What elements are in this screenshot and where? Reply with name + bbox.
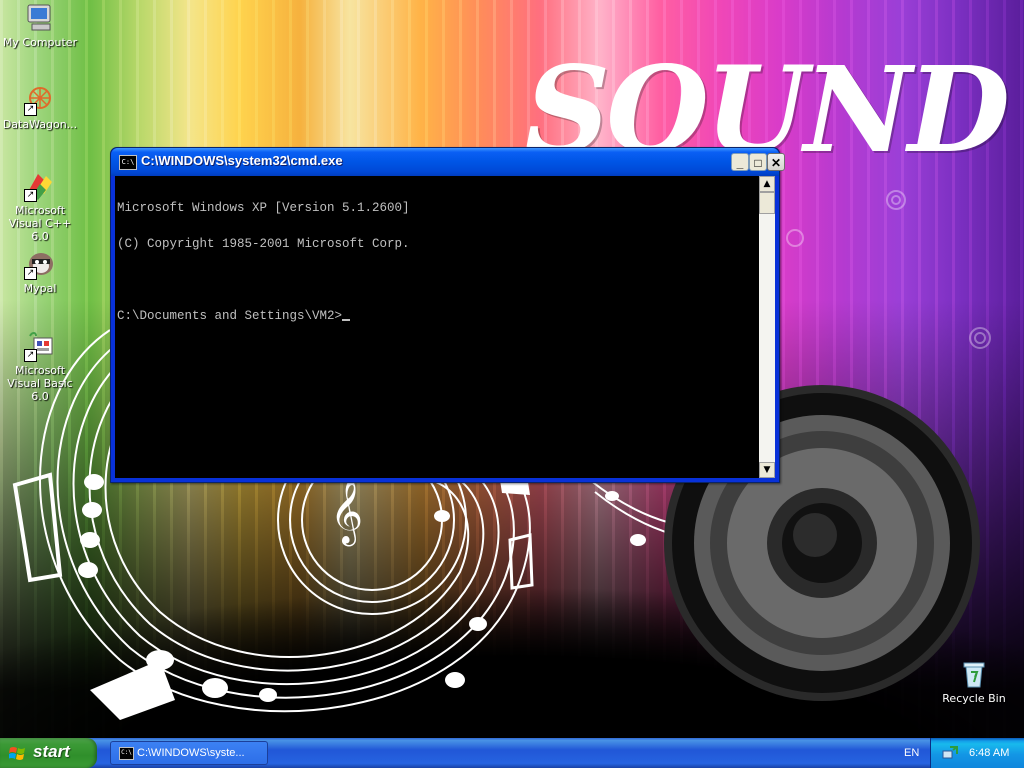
scrollbar-thumb[interactable] xyxy=(759,192,775,214)
my-computer-icon xyxy=(24,2,56,34)
language-indicator[interactable]: EN xyxy=(904,747,919,759)
recycle-bin-icon xyxy=(958,658,990,690)
start-button[interactable]: start xyxy=(0,738,97,768)
console-output-area[interactable]: Microsoft Windows XP [Version 5.1.2600] … xyxy=(115,176,759,478)
shortcut-arrow-icon: ↗ xyxy=(24,267,37,280)
taskbar: start C:\ C:\WINDOWS\syste... EN 6:48 AM xyxy=(0,738,1024,768)
shortcut-arrow-icon: ↗ xyxy=(24,103,37,116)
desktop-icon-recycle-bin[interactable]: Recycle Bin xyxy=(934,658,1014,705)
desktop-icon-visual-basic[interactable]: ↗ Microsoft Visual Basic 6.0 xyxy=(0,330,80,403)
taskbar-item-cmd[interactable]: C:\ C:\WINDOWS\syste... xyxy=(110,741,268,765)
console-line-version: Microsoft Windows XP [Version 5.1.2600] xyxy=(117,201,410,215)
visual-cpp-icon: ↗ xyxy=(24,170,56,202)
console-line-copyright: (C) Copyright 1985-2001 Microsoft Corp. xyxy=(117,237,410,251)
console-prompt: C:\Documents and Settings\VM2> xyxy=(117,309,343,323)
console-icon: C:\ xyxy=(119,747,134,760)
mypal-icon: ↗ xyxy=(24,248,56,280)
console-icon[interactable]: C:\ xyxy=(119,155,137,170)
desktop-icon-label: My Computer xyxy=(2,36,78,49)
desktop-icon-label: Recycle Bin xyxy=(942,692,1006,705)
cmd-window-title: C:\WINDOWS\system32\cmd.exe xyxy=(141,153,343,168)
desktop-icon-datawagon[interactable]: ↗ DataWagon... xyxy=(0,84,80,131)
system-tray: 6:48 AM xyxy=(930,738,1024,768)
datawagon-icon: ↗ xyxy=(24,84,56,116)
console-text: Microsoft Windows XP [Version 5.1.2600] … xyxy=(117,178,410,346)
scroll-up-button[interactable]: ▲ xyxy=(759,176,775,192)
minimize-button[interactable]: _ xyxy=(731,153,749,171)
vertical-scrollbar[interactable]: ▲ ▼ xyxy=(759,176,775,478)
desktop-icon-visual-cpp[interactable]: ↗ Microsoft Visual C++ 6.0 xyxy=(0,170,80,243)
close-button[interactable]: ✕ xyxy=(767,153,785,171)
cmd-title-bar[interactable]: C:\ C:\WINDOWS\system32\cmd.exe _ □ ✕ xyxy=(111,148,785,176)
clock[interactable]: 6:48 AM xyxy=(969,747,1009,759)
visual-basic-icon: ↗ xyxy=(24,330,56,362)
taskbar-item-label: C:\WINDOWS\syste... xyxy=(137,747,245,759)
shortcut-arrow-icon: ↗ xyxy=(24,349,37,362)
desktop-icon-mypal[interactable]: ↗ Mypal xyxy=(0,248,80,295)
shortcut-arrow-icon: ↗ xyxy=(24,189,37,202)
text-cursor xyxy=(342,319,351,321)
maximize-button[interactable]: □ xyxy=(749,153,767,171)
desktop-icon-label: Microsoft Visual Basic 6.0 xyxy=(7,364,73,403)
windows-logo-icon xyxy=(9,747,25,760)
desktop-icon-label: Microsoft Visual C++ 6.0 xyxy=(8,204,72,243)
network-tray-icon[interactable] xyxy=(942,745,958,761)
svg-text:𝄞: 𝄞 xyxy=(330,479,363,546)
desktop-icon-my-computer[interactable]: My Computer xyxy=(0,2,80,49)
console-prompt-line[interactable]: C:\Documents and Settings\VM2> xyxy=(117,310,410,322)
start-label: start xyxy=(33,742,70,761)
cmd-window[interactable]: C:\ C:\WINDOWS\system32\cmd.exe _ □ ✕ Mi… xyxy=(110,147,785,483)
desktop-icon-label: DataWagon... xyxy=(2,118,78,131)
scroll-down-button[interactable]: ▼ xyxy=(759,462,775,478)
desktop-icon-label: Mypal xyxy=(23,282,57,295)
